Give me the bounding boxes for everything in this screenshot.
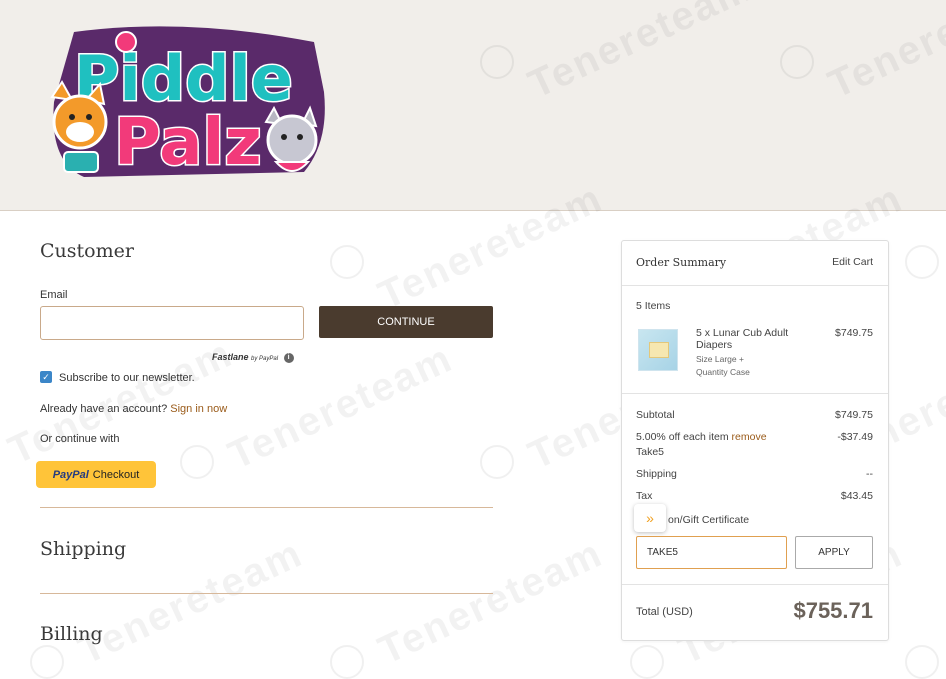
section-divider (40, 593, 493, 594)
discount-label: 5.00% off each item (636, 431, 729, 443)
watermark-tree-icon (330, 245, 364, 279)
apply-coupon-button[interactable]: APPLY (795, 536, 873, 569)
subtotal-label: Subtotal (636, 409, 675, 421)
newsletter-checkbox[interactable]: ✓ (40, 371, 52, 383)
svg-text:Piddle: Piddle (74, 42, 293, 115)
coupon-label[interactable]: on/Gift Certificate (668, 514, 749, 526)
paypal-checkout-label: Checkout (92, 468, 140, 481)
total-label: Total (USD) (636, 606, 693, 618)
shipping-section-title: Shipping (40, 538, 127, 560)
fastlane-by-paypal: Fastlane by PayPal i (212, 352, 294, 363)
summary-divider (622, 393, 888, 394)
total-value: $755.71 (793, 598, 873, 623)
discount-code: Take5 (636, 446, 665, 458)
watermark-tree-icon (30, 645, 64, 679)
watermark-text: Tenereteam (371, 531, 610, 674)
subtotal-value: $749.75 (835, 409, 873, 421)
product-thumbnail (638, 329, 678, 371)
shipping-label: Shipping (636, 468, 677, 480)
watermark-tree-icon (180, 445, 214, 479)
discount-line: 5.00% off each item remove (636, 431, 767, 443)
edit-cart-link[interactable]: Edit Cart (832, 256, 873, 268)
email-input[interactable] (40, 306, 304, 340)
order-summary-panel: Order Summary Edit Cart 5 Items 5 x Luna… (621, 240, 889, 641)
paypal-logo: PayPal (52, 468, 89, 481)
fastlane-by: by PayPal (251, 356, 279, 362)
watermark-tree-icon (630, 645, 664, 679)
item-price: $749.75 (835, 327, 873, 339)
info-icon[interactable]: i (283, 352, 294, 363)
watermark-tree-icon (480, 445, 514, 479)
items-count: 5 Items (636, 300, 671, 312)
continue-with-label: Or continue with (40, 433, 120, 445)
watermark-tree-icon (905, 645, 939, 679)
svg-text:Palz: Palz (114, 106, 262, 180)
watermark-tree-icon (480, 45, 514, 79)
newsletter-label[interactable]: Subscribe to our newsletter. (59, 372, 195, 384)
email-label: Email (40, 289, 68, 301)
tax-label: Tax (636, 490, 653, 502)
watermark-tree-icon (780, 45, 814, 79)
chevron-double-down-icon[interactable]: » (634, 504, 666, 532)
item-size: Size Large + (696, 354, 744, 364)
summary-divider (622, 584, 888, 585)
coupon-input[interactable]: TAKE5 (636, 536, 787, 569)
section-divider (40, 507, 493, 508)
watermark-tree-icon (330, 645, 364, 679)
sign-in-link[interactable]: Sign in now (170, 403, 227, 415)
order-summary-title: Order Summary (636, 256, 727, 269)
tax-value: $43.45 (840, 490, 873, 502)
fastlane-brand: Fastlane (212, 352, 249, 362)
paypal-checkout-button[interactable]: PayPal Checkout (36, 461, 156, 488)
discount-remove-link[interactable]: remove (732, 431, 767, 443)
item-name: 5 x Lunar Cub Adult Diapers (696, 327, 789, 351)
continue-button[interactable]: CONTINUE (319, 306, 493, 338)
summary-divider (622, 285, 888, 286)
piddle-palz-logo[interactable]: Piddle Palz (44, 22, 329, 182)
site-header: Piddle Palz (0, 0, 946, 211)
customer-section-title: Customer (40, 240, 134, 262)
watermark-tree-icon (905, 245, 939, 279)
billing-section-title: Billing (40, 623, 103, 645)
account-prompt: Already have an account? Sign in now (40, 403, 227, 415)
account-prompt-text: Already have an account? (40, 403, 168, 415)
shipping-value: -- (866, 468, 873, 480)
item-quantity: Quantity Case (696, 367, 750, 377)
discount-value: -$37.49 (837, 431, 873, 443)
